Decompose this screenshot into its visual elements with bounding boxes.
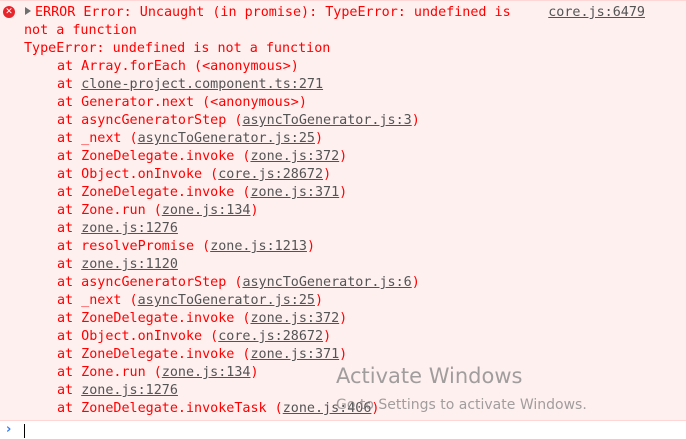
frame-source-link[interactable]: clone-project.component.ts:271 xyxy=(81,77,323,92)
frame-suffix: ) xyxy=(339,185,348,200)
error-circle-icon: ✕ xyxy=(3,6,15,18)
console-input[interactable] xyxy=(24,423,664,437)
frame-function: at _next ( xyxy=(57,131,138,146)
text-caret xyxy=(24,424,25,438)
stack-frame: at asyncGeneratorStep (asyncToGenerator.… xyxy=(24,274,686,292)
frame-suffix: ) xyxy=(323,329,332,344)
frame-suffix: ) xyxy=(250,365,259,380)
frame-source-link[interactable]: zone.js:371 xyxy=(250,185,339,200)
frame-suffix: ) xyxy=(315,293,324,308)
frame-suffix: ) xyxy=(339,347,348,362)
frame-function: at xyxy=(57,383,82,398)
frame-source-link[interactable]: zone.js:1213 xyxy=(210,239,307,254)
frame-suffix: ) xyxy=(250,203,259,218)
stack-frame: at Array.forEach (<anonymous>) xyxy=(24,58,686,76)
frame-function: at asyncGeneratorStep ( xyxy=(57,275,243,290)
stack-frame: at Zone.run (zone.js:134) xyxy=(24,202,686,220)
frame-source-link[interactable]: zone.js:134 xyxy=(162,365,251,380)
devtools-console: ✕ ERROR Error: Uncaught (in promise): Ty… xyxy=(0,0,686,439)
frame-suffix: ) xyxy=(323,167,332,182)
frame-function: at _next ( xyxy=(57,293,138,308)
stack-frame: at asyncGeneratorStep (asyncToGenerator.… xyxy=(24,112,686,130)
stack-frame: at zone.js:1120 xyxy=(24,256,686,274)
frame-source-link[interactable]: asyncToGenerator.js:25 xyxy=(138,293,315,308)
frame-source-link[interactable]: zone.js:372 xyxy=(250,149,339,164)
frame-source-link[interactable]: asyncToGenerator.js:25 xyxy=(138,131,315,146)
frame-source-link[interactable]: zone.js:1276 xyxy=(81,383,178,398)
frame-function: at xyxy=(57,257,82,272)
frame-suffix: ) xyxy=(339,311,348,326)
stack-frame: at Object.onInvoke (core.js:28672) xyxy=(24,328,686,346)
frame-source-link[interactable]: zone.js:371 xyxy=(250,347,339,362)
stack-frame: at ZoneDelegate.invoke (zone.js:371) xyxy=(24,346,686,364)
frame-suffix: ) xyxy=(339,149,348,164)
watermark-title: Activate Windows xyxy=(336,364,523,388)
frame-source-link[interactable]: zone.js:1120 xyxy=(81,257,178,272)
frame-suffix: ) xyxy=(306,239,315,254)
error-continuation: not a function xyxy=(24,23,137,38)
frame-text: at Generator.next (<anonymous>) xyxy=(57,95,307,110)
frame-function: at ZoneDelegate.invoke ( xyxy=(57,347,251,362)
stack-frame: at clone-project.component.ts:271 xyxy=(24,76,686,94)
frame-source-link[interactable]: zone.js:1276 xyxy=(81,221,178,236)
stack-frame: at ZoneDelegate.invoke (zone.js:372) xyxy=(24,310,686,328)
frame-suffix: ) xyxy=(411,113,420,128)
frame-function: at ZoneDelegate.invokeTask ( xyxy=(57,401,283,416)
stack-frame: at zone.js:1276 xyxy=(24,220,686,238)
frame-function: at resolvePromise ( xyxy=(57,239,211,254)
console-error-message[interactable]: ✕ ERROR Error: Uncaught (in promise): Ty… xyxy=(0,0,686,421)
stack-frame: at _next (asyncToGenerator.js:25) xyxy=(24,130,686,148)
frame-function: at asyncGeneratorStep ( xyxy=(57,113,243,128)
error-first-line: ERROR Error: Uncaught (in promise): Type… xyxy=(35,5,511,20)
stack-frame: at _next (asyncToGenerator.js:25) xyxy=(24,292,686,310)
frame-function: at ZoneDelegate.invoke ( xyxy=(57,149,251,164)
frame-function: at xyxy=(57,221,82,236)
error-type-line: TypeError: undefined is not a function xyxy=(24,41,331,56)
frame-text: at Array.forEach (<anonymous>) xyxy=(57,59,299,74)
frame-function: at Object.onInvoke ( xyxy=(57,167,219,182)
frame-function: at ZoneDelegate.invoke ( xyxy=(57,185,251,200)
expand-triangle-icon[interactable] xyxy=(25,7,31,15)
frame-function: at Object.onInvoke ( xyxy=(57,329,219,344)
stack-frame: at ZoneDelegate.invoke (zone.js:371) xyxy=(24,184,686,202)
frame-suffix: ) xyxy=(315,131,324,146)
frame-source-link[interactable]: asyncToGenerator.js:3 xyxy=(242,113,411,128)
stack-frame: at ZoneDelegate.invoke (zone.js:372) xyxy=(24,148,686,166)
frame-function: at Zone.run ( xyxy=(57,365,162,380)
console-prompt[interactable]: › xyxy=(0,421,686,439)
error-lines: not a function TypeError: undefined is n… xyxy=(24,22,686,418)
frame-function: at xyxy=(57,77,82,92)
frame-source-link[interactable]: zone.js:134 xyxy=(162,203,251,218)
frame-function: at ZoneDelegate.invoke ( xyxy=(57,311,251,326)
chevron-right-icon: › xyxy=(6,422,12,437)
stack-frame: at Generator.next (<anonymous>) xyxy=(24,94,686,112)
frame-source-link[interactable]: core.js:28672 xyxy=(218,329,323,344)
frame-suffix: ) xyxy=(411,275,420,290)
stack-frame: at Object.onInvoke (core.js:28672) xyxy=(24,166,686,184)
frame-source-link[interactable]: asyncToGenerator.js:6 xyxy=(242,275,411,290)
frame-function: at Zone.run ( xyxy=(57,203,162,218)
frame-source-link[interactable]: core.js:28672 xyxy=(218,167,323,182)
stack-frame: at resolvePromise (zone.js:1213) xyxy=(24,238,686,256)
source-link[interactable]: core.js:6479 xyxy=(548,4,645,22)
frame-source-link[interactable]: zone.js:372 xyxy=(250,311,339,326)
watermark-subtitle: Go to Settings to activate Windows. xyxy=(336,397,587,413)
